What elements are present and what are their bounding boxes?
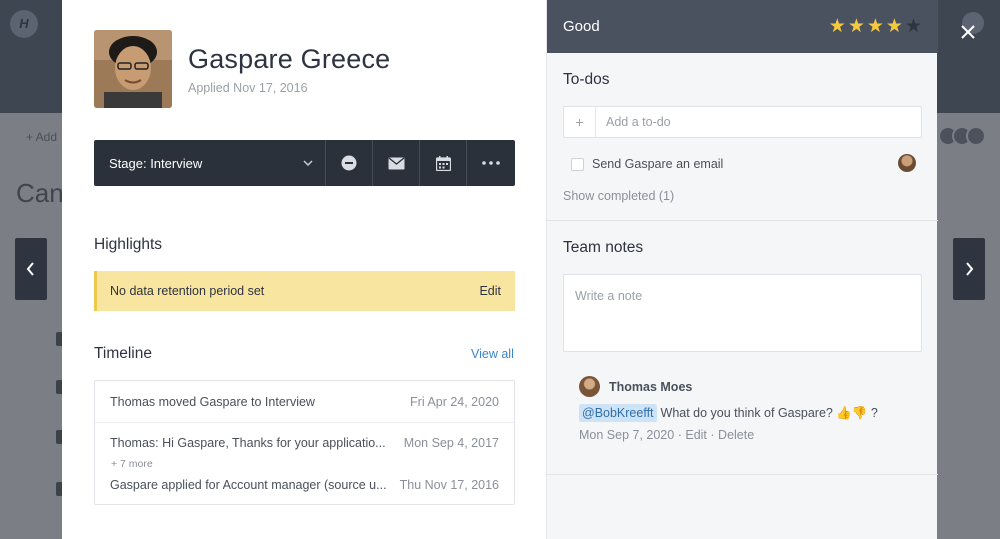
timeline-view-all-link[interactable]: View all — [471, 347, 514, 361]
rating-label: Good — [563, 18, 600, 35]
candidate-detail-panel: Gaspare Greece Applied Nov 17, 2016 Stag… — [62, 0, 546, 539]
schedule-button[interactable] — [420, 140, 467, 186]
background-page-title: Can — [16, 178, 64, 208]
close-icon — [961, 25, 975, 39]
reject-button[interactable] — [326, 140, 373, 186]
background-add-link: + Add — [26, 130, 58, 144]
timeline-item-text: Thomas moved Gaspare to Interview — [110, 395, 315, 409]
note-date: Mon Sep 7, 2020 — [579, 428, 675, 442]
applied-date: Applied Nov 17, 2016 — [188, 81, 308, 95]
todo-checkbox[interactable] — [571, 157, 584, 171]
highlights-title: Highlights — [94, 236, 163, 253]
divider — [547, 474, 938, 475]
retention-notice-text: No data retention period set — [110, 284, 265, 298]
separator: · — [677, 428, 682, 442]
plus-icon: + — [564, 107, 596, 137]
note-delete-button[interactable]: Delete — [718, 428, 754, 442]
email-icon — [388, 156, 404, 169]
timeline-item-text: Gaspare applied for Account manager (sou… — [110, 478, 387, 492]
note-author: Thomas Moes — [609, 379, 693, 394]
next-candidate-button[interactable] — [953, 238, 985, 300]
todo-assignee-avatar — [898, 154, 916, 172]
timeline-item[interactable]: Thomas moved Gaspare to Interview Fri Ap… — [95, 395, 514, 409]
mention-tag[interactable]: @BobKreefft — [579, 404, 657, 422]
star-icon[interactable]: ★ — [867, 17, 884, 36]
add-todo-field[interactable]: + Add a to-do — [563, 106, 922, 138]
side-panel: Good ★ ★ ★ ★ ★ To-dos + Add a to-do Send Gas… — [546, 0, 938, 539]
reject-icon — [341, 155, 357, 171]
retention-notice: No data retention period set Edit — [94, 271, 515, 311]
more-actions-button[interactable] — [467, 140, 515, 186]
avatar — [579, 376, 600, 397]
separator: · — [710, 428, 715, 442]
chevron-right-icon — [966, 262, 974, 276]
timeline-item[interactable]: Gaspare applied for Account manager (sou… — [95, 478, 514, 492]
add-todo-placeholder: Add a to-do — [606, 115, 671, 129]
star-icon[interactable]: ★ — [886, 17, 903, 36]
email-button[interactable] — [373, 140, 420, 186]
timeline-item[interactable]: Thomas: Hi Gaspare, Thanks for your appl… — [95, 436, 514, 450]
chevron-down-icon — [303, 160, 313, 166]
divider — [95, 422, 514, 423]
app-logo: H — [10, 10, 38, 38]
background-avatars — [938, 126, 1000, 148]
rating-bar: Good ★ ★ ★ ★ ★ — [547, 0, 938, 53]
timeline-more-link[interactable]: + 7 more — [111, 458, 153, 470]
note-meta: Mon Sep 7, 2020 · Edit · Delete — [579, 428, 754, 442]
todo-text: Send Gaspare an email — [592, 157, 724, 171]
show-completed-link[interactable]: Show completed (1) — [563, 189, 674, 203]
stage-select[interactable]: Stage: Interview — [94, 140, 326, 186]
write-note-field[interactable]: Write a note — [563, 274, 922, 352]
note-edit-button[interactable]: Edit — [685, 428, 707, 442]
stage-label: Stage: Interview — [109, 155, 203, 171]
note-text: What do you think of Gaspare? 👍👎 ? — [660, 405, 878, 420]
chevron-left-icon — [26, 262, 34, 276]
note-body: @BobKreefft What do you think of Gaspare… — [579, 404, 878, 422]
calendar-icon — [435, 155, 451, 171]
candidate-photo-image — [94, 30, 172, 108]
timeline-title: Timeline — [94, 345, 152, 362]
star-icon[interactable]: ★ — [905, 17, 922, 36]
timeline-list: Thomas moved Gaspare to Interview Fri Ap… — [94, 380, 515, 505]
todo-item: Send Gaspare an email — [571, 154, 916, 174]
background-avatar — [966, 126, 986, 146]
more-icon — [482, 161, 500, 165]
timeline-item-date: Fri Apr 24, 2020 — [410, 395, 499, 409]
candidate-photo — [94, 30, 172, 108]
previous-candidate-button[interactable] — [15, 238, 47, 300]
divider — [547, 220, 938, 221]
retention-edit-button[interactable]: Edit — [479, 284, 501, 298]
star-icon[interactable]: ★ — [829, 17, 846, 36]
todos-title: To-dos — [563, 71, 610, 88]
timeline-item-date: Thu Nov 17, 2016 — [399, 478, 499, 492]
timeline-item-text: Thomas: Hi Gaspare, Thanks for your appl… — [110, 436, 386, 450]
rating-stars: ★ ★ ★ ★ ★ — [829, 17, 922, 36]
note-header: Thomas Moes — [579, 376, 692, 397]
candidate-name: Gaspare Greece — [188, 44, 391, 74]
star-icon[interactable]: ★ — [848, 17, 865, 36]
team-notes-title: Team notes — [563, 239, 644, 256]
timeline-item-date: Mon Sep 4, 2017 — [403, 436, 499, 450]
close-button[interactable] — [952, 16, 984, 48]
stage-toolbar: Stage: Interview — [94, 140, 515, 186]
